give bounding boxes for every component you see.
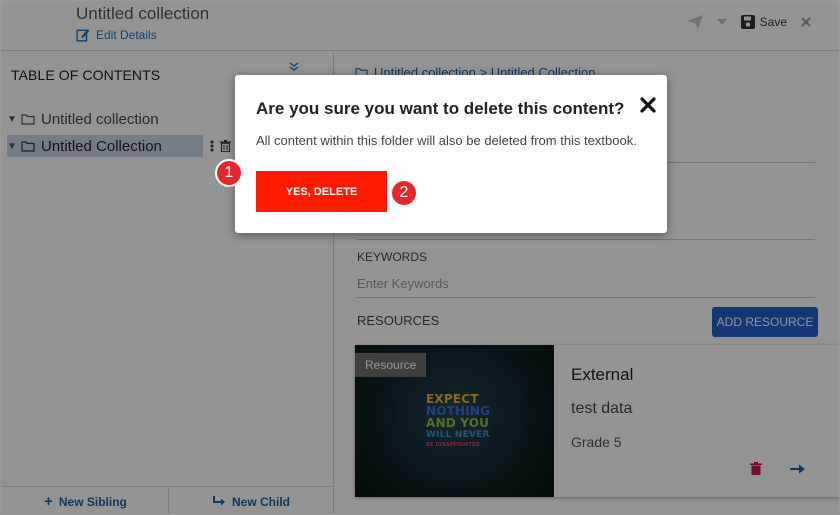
step-badge-1: 1 [215, 159, 243, 187]
delete-confirm-dialog: Are you sure you want to delete this con… [235, 75, 667, 233]
yes-delete-button[interactable]: YES, DELETE [256, 171, 387, 212]
close-icon[interactable] [640, 97, 656, 113]
dialog-title: Are you sure you want to delete this con… [256, 99, 625, 118]
app-window: Untitled collection Edit Details Save TA… [0, 0, 840, 515]
step-badge-2: 2 [390, 179, 418, 207]
dialog-message: All content within this folder will also… [256, 133, 637, 148]
